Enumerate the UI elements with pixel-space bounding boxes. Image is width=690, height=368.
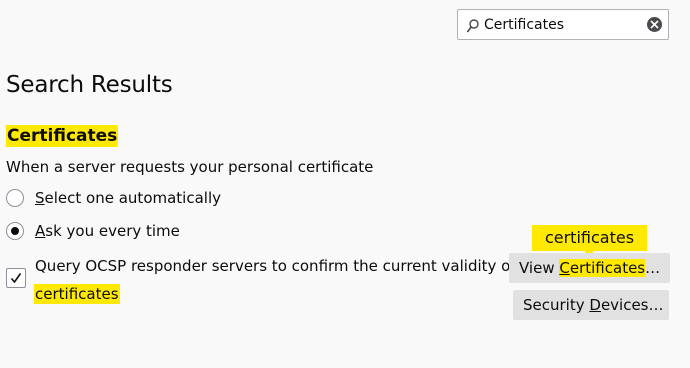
ocsp-label: Query OCSP responder servers to confirm … bbox=[35, 257, 516, 275]
radio-label: Ask you every time bbox=[35, 222, 180, 240]
ocsp-checkbox[interactable] bbox=[6, 268, 26, 288]
clear-icon[interactable] bbox=[647, 17, 662, 32]
search-box[interactable] bbox=[457, 9, 669, 40]
ocsp-label-highlight: certificates bbox=[34, 284, 120, 304]
search-input[interactable] bbox=[484, 10, 634, 39]
section-description: When a server requests your personal cer… bbox=[6, 158, 374, 176]
security-devices-button[interactable]: Security Devices… bbox=[513, 290, 669, 320]
page-title: Search Results bbox=[6, 72, 173, 98]
radio-label: Select one automatically bbox=[35, 189, 221, 207]
radio-button[interactable] bbox=[6, 189, 24, 207]
radio-ask-every-time[interactable]: Ask you every time bbox=[6, 220, 180, 242]
check-icon bbox=[10, 273, 22, 284]
radio-button-selected[interactable] bbox=[6, 222, 24, 240]
search-icon bbox=[467, 18, 479, 33]
radio-select-automatically[interactable]: Select one automatically bbox=[6, 187, 221, 209]
view-certificates-button[interactable]: View Certificates… bbox=[509, 253, 670, 283]
section-heading: Certificates bbox=[6, 125, 119, 147]
search-tooltip: certificates bbox=[532, 225, 647, 251]
